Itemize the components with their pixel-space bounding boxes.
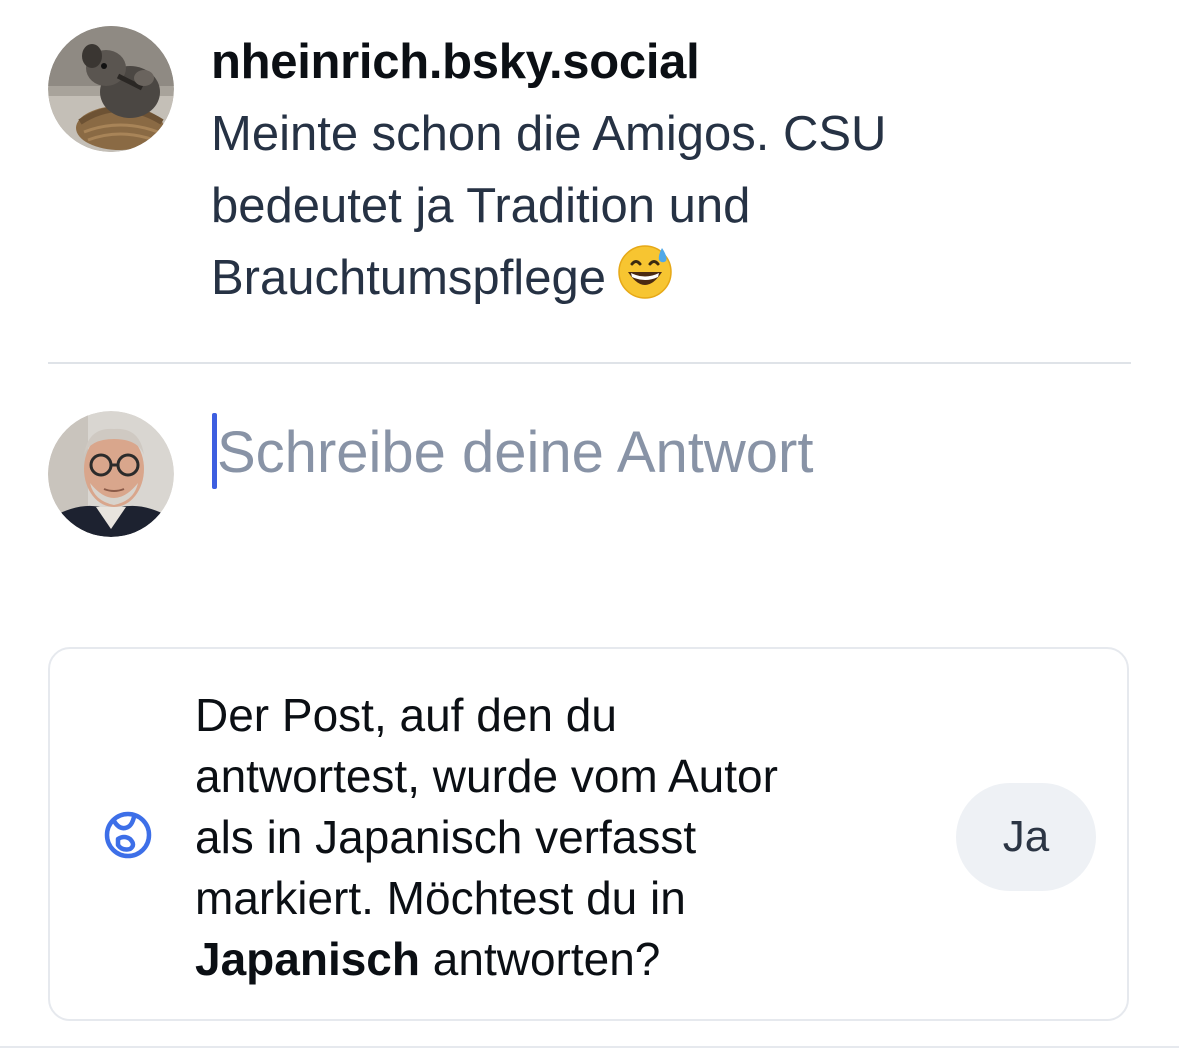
text-cursor xyxy=(212,413,217,489)
language-prompt-card: Der Post, auf den du antwortest, wurde v… xyxy=(48,647,1129,1021)
user-avatar[interactable] xyxy=(48,411,174,537)
globe-icon xyxy=(104,811,152,859)
language-prompt-line: Japanisch antworten? xyxy=(195,929,915,990)
grinning-face-with-sweat-emoji xyxy=(618,245,672,299)
accept-language-button[interactable]: Ja xyxy=(956,783,1096,891)
language-prompt-line: Der Post, auf den du xyxy=(195,689,617,741)
user-avatar-image xyxy=(48,411,174,537)
dog-in-basket-avatar-image xyxy=(48,26,174,152)
language-prompt-tail: antworten? xyxy=(420,933,661,985)
post-body: nheinrich.bsky.social Meinte schon die A… xyxy=(211,24,1091,314)
post-text: Meinte schon die Amigos. CSU bedeutet ja… xyxy=(211,98,1091,314)
post-text-line: Brauchtumspflege xyxy=(211,242,1091,314)
language-prompt-line: antwortest, wurde vom Autor xyxy=(195,750,778,802)
thread-divider xyxy=(48,362,1131,364)
language-prompt-line: als in Japanisch verfasst xyxy=(195,811,697,863)
post-text-line-content: Brauchtumspflege xyxy=(211,251,606,305)
post-text-line: bedeutet ja Tradition und xyxy=(211,179,751,233)
language-name: Japanisch xyxy=(195,933,420,985)
language-prompt-text: Der Post, auf den du antwortest, wurde v… xyxy=(195,685,915,990)
post-text-line: Meinte schon die Amigos. CSU xyxy=(211,107,887,161)
reply-input[interactable] xyxy=(209,412,1117,492)
author-avatar[interactable] xyxy=(48,26,174,152)
language-prompt-line: markiert. Möchtest du in xyxy=(195,872,686,924)
author-handle[interactable]: nheinrich.bsky.social xyxy=(211,24,1091,100)
bottom-divider xyxy=(0,1046,1179,1048)
